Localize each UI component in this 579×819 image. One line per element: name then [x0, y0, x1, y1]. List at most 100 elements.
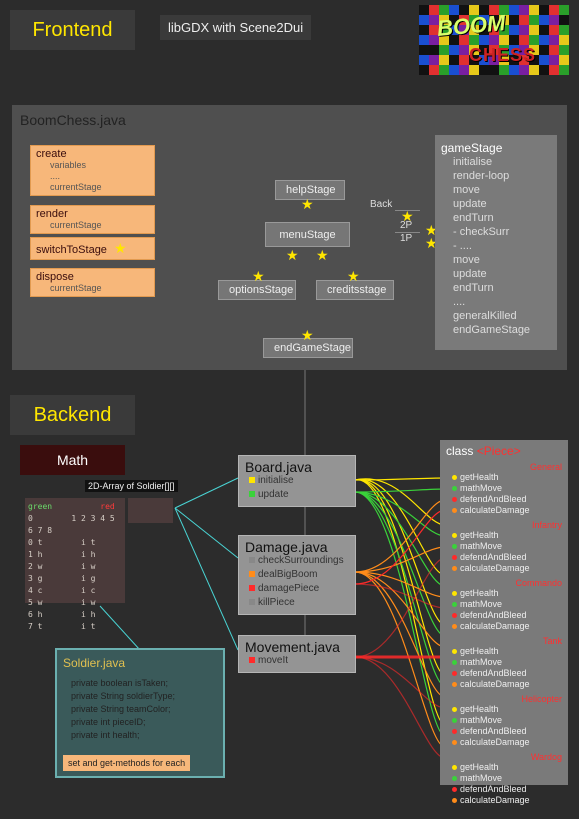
- damage-method: dealBigBoom: [258, 569, 317, 580]
- piece-method: getHealth: [452, 762, 562, 773]
- piece-method: mathMove: [452, 715, 562, 726]
- piece-method: calculateDamage: [452, 795, 562, 806]
- piece-type-name: Wardog: [446, 752, 562, 762]
- array-row: 2 w i w: [28, 561, 122, 573]
- logo-text-chess: CHESS: [469, 45, 536, 66]
- soldier-field: private int pieceID;: [71, 716, 217, 728]
- board-box: Board.java initialise update: [238, 455, 356, 507]
- star-icon: ★: [301, 327, 314, 344]
- gamestage-line: endTurn: [441, 281, 551, 295]
- piece-group: InfantrygetHealthmathMovedefendAndBleedc…: [446, 520, 562, 574]
- array-row: 1 h i h: [28, 549, 122, 561]
- menustage-box: menuStage: [265, 222, 350, 247]
- libgdx-label: libGDX with Scene2Dui: [160, 15, 311, 40]
- render-sub1: currentStage: [50, 220, 149, 231]
- array-row: 0 t i t: [28, 537, 122, 549]
- piece-method: calculateDamage: [452, 505, 562, 516]
- piece-method: mathMove: [452, 657, 562, 668]
- piece-method: defendAndBleed: [452, 610, 562, 621]
- star-icon: ★: [401, 208, 414, 225]
- piece-method: getHealth: [452, 704, 562, 715]
- array-red: red: [100, 502, 114, 511]
- render-label: render: [36, 208, 149, 220]
- piece-group: CommandogetHealthmathMovedefendAndBleedc…: [446, 578, 562, 632]
- dispose-box: dispose currentStage: [30, 268, 155, 297]
- piece-method: defendAndBleed: [452, 494, 562, 505]
- damage-method: damagePiece: [258, 583, 319, 594]
- dispose-sub1: currentStage: [50, 283, 149, 294]
- backend-label: Backend: [10, 395, 135, 435]
- piece-box: class <Piece> GeneralgetHealthmathMovede…: [440, 440, 568, 785]
- piece-type-name: Helicopter: [446, 694, 562, 704]
- star-icon: ★: [301, 196, 314, 213]
- gamestage-line: move: [441, 253, 551, 267]
- boomchess-title: BoomChess.java: [20, 112, 126, 128]
- gamestage-line: initialise: [441, 155, 551, 169]
- back-label: Back: [370, 199, 392, 210]
- soldier-field: private String teamColor;: [71, 703, 217, 715]
- piece-method: defendAndBleed: [452, 552, 562, 563]
- render-box: render currentStage: [30, 205, 155, 234]
- piece-method: getHealth: [452, 530, 562, 541]
- movement-title: Movement.java: [245, 640, 349, 654]
- piece-method: defendAndBleed: [452, 726, 562, 737]
- soldier-box: Soldier.java private boolean isTaken; pr…: [55, 648, 225, 778]
- star-icon: ★: [252, 268, 265, 285]
- gamestage-line: - ....: [441, 239, 551, 253]
- piece-group: GeneralgetHealthmathMovedefendAndBleedca…: [446, 462, 562, 516]
- damage-title: Damage.java: [245, 540, 349, 554]
- piece-method: getHealth: [452, 646, 562, 657]
- array-row: 0 1 2 3 4 5 6 7 8: [28, 513, 122, 537]
- array-row: 3 g i g: [28, 573, 122, 585]
- gamestage-line: - checkSurr: [441, 225, 551, 239]
- array-row: 5 w i w: [28, 597, 122, 609]
- gamestage-line: endTurn: [441, 211, 551, 225]
- piece-type-name: Tank: [446, 636, 562, 646]
- piece-method: mathMove: [452, 483, 562, 494]
- array-row: 6 h i h: [28, 609, 122, 621]
- board-title: Board.java: [245, 460, 349, 474]
- piece-method: getHealth: [452, 588, 562, 599]
- movement-box: Movement.java moveIt: [238, 635, 356, 673]
- array-row: 7 t i t: [28, 621, 122, 633]
- array-box: green red 0 1 2 3 4 5 6 7 80 t i t1 h i …: [25, 498, 125, 603]
- gamestage-box: gameStage initialiserender-loopmoveupdat…: [435, 135, 557, 350]
- star-icon: ★: [316, 247, 329, 264]
- gamestage-line: update: [441, 197, 551, 211]
- piece-type-name: Commando: [446, 578, 562, 588]
- piece-method: defendAndBleed: [452, 668, 562, 679]
- gamestage-title: gameStage: [441, 141, 551, 155]
- piece-type-name: Infantry: [446, 520, 562, 530]
- soldier-title: Soldier.java: [63, 656, 217, 670]
- soldier-field: private boolean isTaken;: [71, 677, 217, 689]
- movement-method: moveIt: [258, 655, 288, 666]
- piece-method: calculateDamage: [452, 563, 562, 574]
- create-sub3: currentStage: [50, 182, 149, 193]
- piece-type-name: General: [446, 462, 562, 472]
- piece-group: HelicoptergetHealthmathMovedefendAndBlee…: [446, 694, 562, 748]
- mini-array-box: [128, 498, 173, 523]
- gamestage-line: endGameStage: [441, 323, 551, 337]
- piece-method: calculateDamage: [452, 621, 562, 632]
- piece-method: mathMove: [452, 541, 562, 552]
- gamestage-line: render-loop: [441, 169, 551, 183]
- damage-method: checkSurroundings: [258, 555, 344, 566]
- damage-method: killPiece: [258, 597, 295, 608]
- damage-box: Damage.java checkSurroundings dealBigBoo…: [238, 535, 356, 615]
- piece-group: WardoggetHealthmathMovedefendAndBleedcal…: [446, 752, 562, 806]
- logo: BOOM CHESS: [419, 5, 569, 75]
- p1-label: 1P: [400, 233, 412, 244]
- soldier-field: private int health;: [71, 729, 217, 741]
- math-box: Math: [20, 445, 125, 475]
- board-method: update: [258, 489, 289, 500]
- piece-group: TankgetHealthmathMovedefendAndBleedcalcu…: [446, 636, 562, 690]
- array-green: green: [28, 502, 52, 511]
- gamestage-line: generalKilled: [441, 309, 551, 323]
- frontend-label: Frontend: [10, 10, 135, 50]
- gamestage-line: update: [441, 267, 551, 281]
- star-icon: ★: [286, 247, 299, 264]
- array-label: 2D-Array of Soldier[][]: [85, 480, 178, 492]
- piece-method: calculateDamage: [452, 737, 562, 748]
- create-box: create variables .... currentStage: [30, 145, 155, 196]
- piece-method: mathMove: [452, 599, 562, 610]
